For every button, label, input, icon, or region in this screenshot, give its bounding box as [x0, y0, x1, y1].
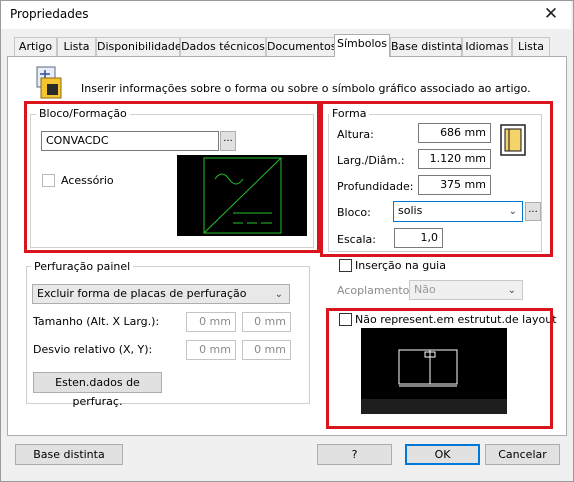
perfuracao-select[interactable]: Excluir forma de placas de perfuração ⌄	[32, 284, 290, 304]
tab-base-distinta[interactable]: Base distinta	[390, 37, 462, 56]
dialog-title: Propriedades	[10, 7, 89, 21]
esten-dados-perfuracao-button[interactable]: Esten.dados de perfuraç.	[33, 372, 162, 408]
cancel-button[interactable]: Cancelar	[485, 444, 560, 465]
tab-idiomas[interactable]: Idiomas	[462, 37, 512, 56]
insercao-guia-label: Inserção na guia	[355, 259, 446, 272]
tab-disponibilidade[interactable]: Disponibilidade	[96, 37, 182, 56]
insercao-guia-checkbox[interactable]	[339, 259, 352, 272]
base-distinta-button[interactable]: Base distinta	[15, 444, 123, 465]
tamanho-largura-input[interactable]: 0 mm	[242, 312, 291, 332]
perfuracao-select-value: Excluir forma de placas de perfuração	[37, 287, 247, 300]
chevron-down-icon: ⌄	[507, 285, 516, 296]
highlight-forma	[320, 101, 553, 257]
tab-lista[interactable]: Lista	[57, 37, 96, 56]
tamanho-altura-input[interactable]: 0 mm	[186, 312, 236, 332]
tab-artigo[interactable]: Artigo	[14, 37, 57, 56]
tamanho-label: Tamanho (Alt. X Larg.):	[33, 315, 160, 328]
highlight-bloco-formacao	[24, 101, 320, 253]
ok-button[interactable]: OK	[405, 444, 480, 465]
desvio-x-input[interactable]: 0 mm	[186, 340, 236, 360]
chevron-down-icon: ⌄	[274, 289, 283, 300]
desvio-y-input[interactable]: 0 mm	[242, 340, 291, 360]
tab-lista-2[interactable]: Lista	[512, 37, 550, 56]
highlight-nao-represent	[326, 308, 553, 429]
perfuracao-legend: Perfuração painel	[31, 260, 134, 273]
tab-simbolos[interactable]: Símbolos	[334, 34, 390, 57]
symbol-info-icon	[35, 66, 71, 100]
desvio-label: Desvio relativo (X, Y):	[33, 343, 153, 356]
acoplamentos-value: Não	[414, 283, 436, 296]
acoplamentos-select[interactable]: Não ⌄	[409, 280, 523, 300]
close-icon[interactable]: ✕	[536, 2, 566, 26]
acoplamentos-label: Acoplamentos:	[337, 284, 419, 297]
tab-dados-tecnicos[interactable]: Dados técnicos	[180, 37, 266, 56]
tab-documentos[interactable]: Documentos	[266, 37, 336, 56]
info-text: Inserir informações sobre o forma ou sob…	[81, 82, 531, 95]
help-button[interactable]: ?	[317, 444, 392, 465]
